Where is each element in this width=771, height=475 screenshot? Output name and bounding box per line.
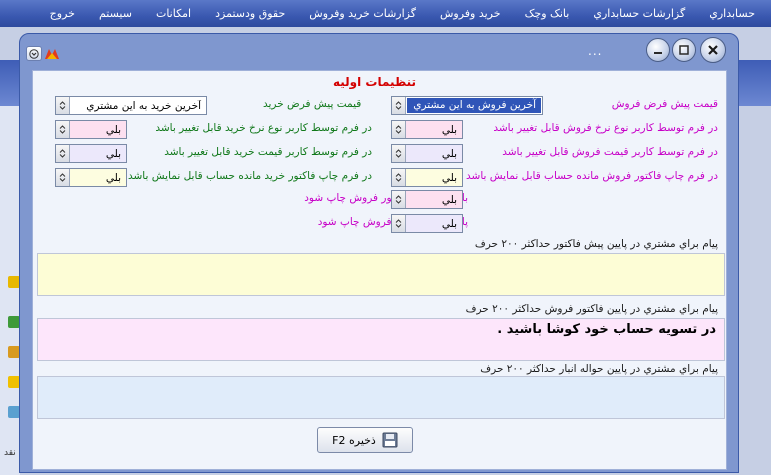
menu-exit[interactable]: خروج <box>38 7 87 20</box>
purchase-balance-visible-select[interactable]: بلي <box>55 168 127 187</box>
save-button-label: F2 ذخيره <box>332 433 376 447</box>
purchase-price-editable-label: در فرم توسط کاربر قيمت خريد قابل تغيير ب… <box>164 146 372 158</box>
page-title: تنظيمات اوليه <box>333 75 417 89</box>
title-ellipsis: ... <box>588 44 603 58</box>
menu-buy-sell[interactable]: خريد وفروش <box>428 7 513 20</box>
settings-panel: تنظيمات اوليه قيمت پيش فرض فروش آخرين فر… <box>32 70 727 470</box>
print-footer-value: بلي <box>441 217 457 230</box>
dropdown-arrow[interactable] <box>392 121 406 138</box>
chevron-updown-icon <box>59 149 66 158</box>
settings-window: ... تنظيمات اوليه قيمت پيش فرض فروش آخري… <box>19 33 739 473</box>
dropdown-arrow[interactable] <box>392 169 406 186</box>
print-header-value: بلي <box>441 193 457 206</box>
dropdown-arrow[interactable] <box>392 97 406 114</box>
minimize-icon <box>654 52 662 54</box>
sales-default-price-value: آخرين فروش به اين مشتري <box>407 98 541 113</box>
purchase-price-editable-select[interactable]: بلي <box>55 144 127 163</box>
purchase-price-editable-value: بلي <box>105 147 121 160</box>
menu-payroll[interactable]: حقوق ودستمزد <box>203 7 297 20</box>
sales-rate-editable-select[interactable]: بلي <box>391 120 463 139</box>
sales-price-editable-select[interactable]: بلي <box>391 144 463 163</box>
maximize-button[interactable] <box>672 38 696 62</box>
sales-invoice-message-label: پيام براي مشتري در پايين فاکتور فروش حدا… <box>465 303 718 315</box>
dropdown-arrow[interactable] <box>392 191 406 208</box>
purchase-balance-visible-label: در فرم چاپ فاکتور خريد مانده حساب قابل ن… <box>128 170 372 182</box>
sales-default-price-label: قيمت پيش فرض فروش <box>611 98 718 110</box>
chevron-updown-icon <box>395 101 402 110</box>
chevron-updown-icon <box>395 219 402 228</box>
chevron-updown-icon <box>395 173 402 182</box>
purchase-rate-editable-value: بلي <box>105 123 121 136</box>
sales-rate-editable-label: در فرم توسط کاربر نوع نرخ فروش قابل تغيي… <box>493 122 718 134</box>
menu-bank-check[interactable]: بانک وچک <box>513 7 582 20</box>
menu-system[interactable]: سيستم <box>87 7 144 20</box>
window-titlebar: ... <box>20 34 738 68</box>
chevron-updown-icon <box>395 125 402 134</box>
sales-price-editable-label: در فرم توسط کاربر قيمت فروش قابل تغيير ب… <box>502 146 718 158</box>
dropdown-arrow[interactable] <box>56 169 70 186</box>
purchase-default-price-label: قيمت پيش فرض خريد <box>263 98 362 110</box>
purchase-rate-editable-label: در فرم توسط کاربر نوع نرخ خريد قابل تغيي… <box>155 122 372 134</box>
chevron-updown-icon <box>59 101 66 110</box>
purchase-rate-editable-select[interactable]: بلي <box>55 120 127 139</box>
menu-accounting[interactable]: حسابداري <box>697 7 767 20</box>
dropdown-arrow[interactable] <box>392 215 406 232</box>
sales-invoice-message-input[interactable]: در تسويه حساب خود کوشا باشيد . <box>37 318 725 361</box>
dropdown-arrow[interactable] <box>392 145 406 162</box>
dropdown-arrow[interactable] <box>56 97 70 114</box>
dropdown-arrow[interactable] <box>56 145 70 162</box>
sales-balance-visible-label: در فرم چاپ فاکتور فروش مانده حساب قابل ن… <box>466 170 718 182</box>
sales-invoice-message-text: در تسويه حساب خود کوشا باشيد . <box>497 322 716 337</box>
sales-price-editable-value: بلي <box>441 147 457 160</box>
save-button[interactable]: F2 ذخيره <box>317 427 413 453</box>
pre-invoice-message-input[interactable] <box>37 253 725 296</box>
side-label: نقد <box>4 448 16 458</box>
chevron-updown-icon <box>59 125 66 134</box>
chevron-updown-icon <box>59 173 66 182</box>
minimize-button[interactable] <box>646 38 670 62</box>
print-header-select[interactable]: بلي <box>391 190 463 209</box>
chevron-down-icon <box>29 48 39 59</box>
sales-rate-editable-value: بلي <box>441 123 457 136</box>
main-menu-bar: حسابداري گزارشات حسابداري بانک وچک خريد … <box>0 0 771 27</box>
warehouse-message-label: پيام براي مشتري در پايين حواله انبار حدا… <box>480 363 718 375</box>
close-icon <box>708 45 718 55</box>
menu-accounting-reports[interactable]: گزارشات حسابداري <box>581 7 697 20</box>
chevron-updown-icon <box>395 195 402 204</box>
pre-invoice-message-label: پيام براي مشتري در پايين پيش فاکتور حداک… <box>474 238 718 250</box>
maximize-icon <box>679 45 689 55</box>
sales-balance-visible-select[interactable]: بلي <box>391 168 463 187</box>
print-footer-select[interactable]: بلي <box>391 214 463 233</box>
close-button[interactable] <box>700 37 726 63</box>
sales-balance-visible-value: بلي <box>441 171 457 184</box>
purchase-default-price-value: آخرين خريد به اين مشتري <box>86 99 201 112</box>
window-menu-button[interactable] <box>26 46 42 61</box>
menu-buy-sell-reports[interactable]: گزارشات خريد وفروش <box>297 7 428 20</box>
purchase-balance-visible-value: بلي <box>105 171 121 184</box>
warehouse-message-input[interactable] <box>37 376 725 419</box>
dropdown-arrow[interactable] <box>56 121 70 138</box>
desktop-side-panel <box>0 106 20 475</box>
purchase-default-price-select[interactable]: آخرين خريد به اين مشتري <box>55 96 207 115</box>
app-logo-icon <box>44 46 60 61</box>
menu-facilities[interactable]: امکانات <box>144 7 203 20</box>
sales-default-price-select[interactable]: آخرين فروش به اين مشتري <box>391 96 543 115</box>
floppy-disk-icon <box>382 432 398 448</box>
chevron-updown-icon <box>395 149 402 158</box>
